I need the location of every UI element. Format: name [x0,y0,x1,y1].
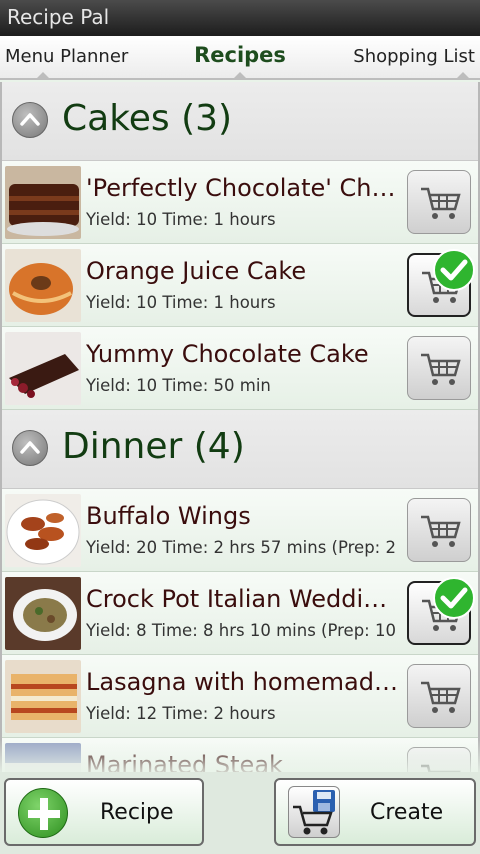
recipe-row[interactable]: 'Perfectly Chocolate' Cho... Yield: 10 Ti… [2,161,478,244]
tab-indicator-right [455,72,471,80]
create-list-button[interactable]: Create [274,778,476,846]
recipe-name: 'Perfectly Chocolate' Cho... [86,174,400,202]
recipe-row[interactable]: Yummy Chocolate Cake Yield: 10 Time: 50 m… [2,327,478,410]
app-title-bar: Recipe Pal [0,0,480,36]
plus-icon [18,788,68,838]
cart-save-icon [288,786,340,838]
recipe-name: Buffalo Wings [86,502,251,530]
recipe-row[interactable]: Buffalo Wings Yield: 20 Time: 2 hrs 57 mi… [2,489,478,572]
recipe-meta: Yield: 20 Time: 2 hrs 57 mins (Prep: 2 [86,538,396,557]
recipe-thumbnail [5,494,81,567]
chevron-up-icon[interactable] [12,102,48,138]
add-to-cart-button[interactable] [407,664,471,728]
recipe-meta: Yield: 12 Time: 2 hours [86,704,276,723]
add-to-cart-button[interactable] [407,336,471,400]
recipe-meta: Yield: 8 Time: 8 hrs 10 mins (Prep: 10 [86,621,396,640]
recipe-row[interactable]: Orange Juice Cake Yield: 10 Time: 1 hours [2,244,478,327]
app-title: Recipe Pal [7,5,110,29]
recipe-name: Crock Pot Italian Weddin... [86,585,400,613]
add-recipe-button[interactable]: Recipe [4,778,204,846]
add-to-cart-button[interactable] [407,577,475,645]
tab-bar: Menu Planner Recipes Shopping List [0,36,480,80]
recipe-name: Yummy Chocolate Cake [86,340,369,368]
recipe-row[interactable]: Marinated Steak [2,738,478,772]
tab-indicator-active [232,72,248,80]
recipe-meta: Yield: 10 Time: 50 min [86,376,271,395]
recipe-thumbnail [5,743,81,772]
add-recipe-label: Recipe [100,800,174,825]
add-to-cart-button[interactable] [407,249,475,317]
recipe-thumbnail [5,166,81,239]
recipe-name: Orange Juice Cake [86,257,307,285]
add-to-cart-button[interactable] [407,747,471,772]
add-to-cart-button[interactable] [407,498,471,562]
recipe-thumbnail [5,249,81,322]
section-title: Dinner (4) [62,426,245,467]
checkmark-icon [433,249,475,291]
recipe-name: Lasagna with homemade... [86,668,400,696]
tab-indicator-left [35,72,51,80]
recipe-thumbnail [5,577,81,650]
bottom-action-bar: Recipe Create [0,772,480,854]
section-header[interactable]: Cakes (3) [2,82,478,161]
recipe-thumbnail [5,660,81,733]
recipe-meta: Yield: 10 Time: 1 hours [86,293,276,312]
recipe-thumbnail [5,332,81,405]
chevron-up-icon[interactable] [12,430,48,466]
recipe-meta: Yield: 10 Time: 1 hours [86,210,276,229]
add-to-cart-button[interactable] [407,170,471,234]
tab-menu-planner[interactable]: Menu Planner [5,46,128,67]
recipe-row[interactable]: Crock Pot Italian Weddin... Yield: 8 Time… [2,572,478,655]
recipe-list[interactable]: Cakes (3) 'Perfectly Chocolate' Cho... Yie… [0,82,480,772]
tab-recipes-label[interactable]: Recipes [194,43,286,67]
recipe-name: Marinated Steak [86,751,283,772]
recipe-row[interactable]: Lasagna with homemade... Yield: 12 Time: … [2,655,478,738]
section-header[interactable]: Dinner (4) [2,410,478,489]
section-title: Cakes (3) [62,98,233,139]
tab-shopping-list[interactable]: Shopping List [353,46,475,67]
checkmark-icon [433,577,475,619]
create-list-label: Create [370,800,444,825]
